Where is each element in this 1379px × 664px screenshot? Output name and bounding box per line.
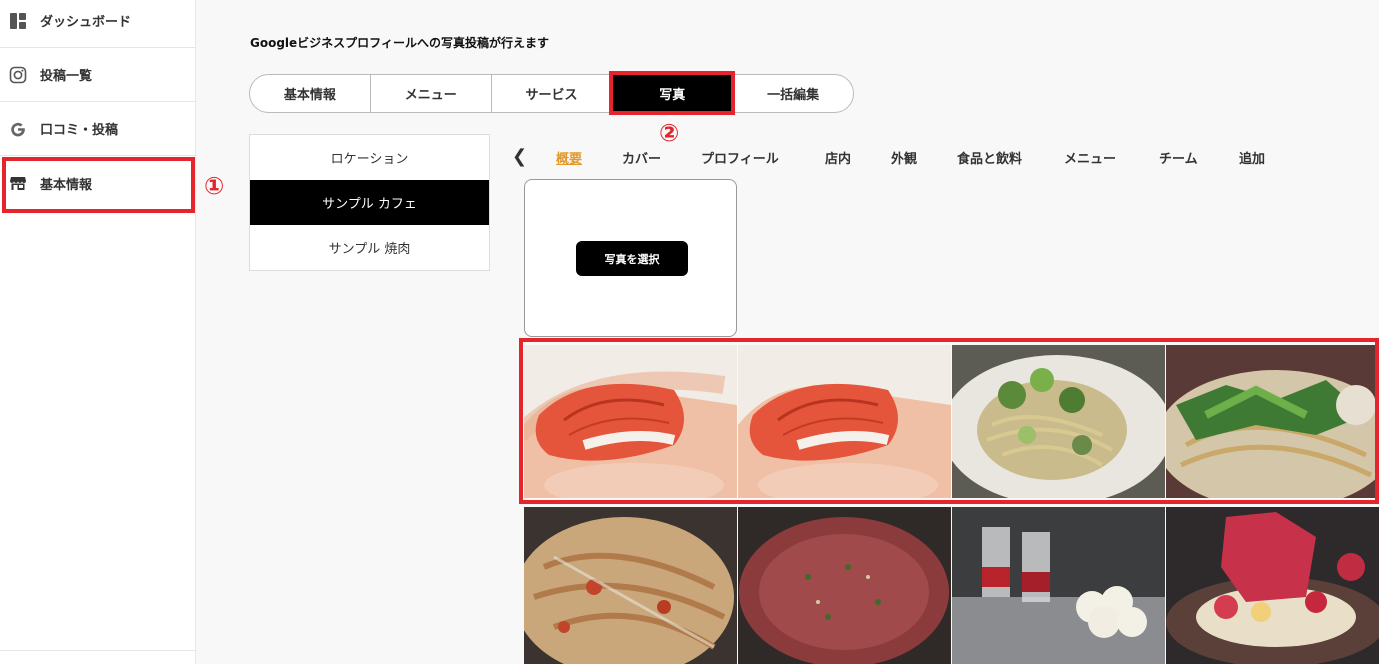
category-add[interactable]: 追加 <box>1239 148 1265 167</box>
photo-thumbnail-beef[interactable] <box>738 507 951 664</box>
annotation-number-one: ① <box>204 172 225 200</box>
page-title: Googleビジネスプロフィールへの写真投稿が行えます <box>250 36 549 50</box>
chevron-left-icon[interactable]: ❮ <box>512 146 527 167</box>
sidebar-item-reviews[interactable]: 口コミ・投稿 <box>0 102 196 156</box>
annotation-number-two: ② <box>659 119 680 147</box>
tab-photo[interactable]: 写真 <box>612 75 734 112</box>
sidebar-item-basic-info[interactable]: 基本情報 <box>0 156 196 210</box>
photo-thumbnail-pasta-1[interactable] <box>952 345 1165 498</box>
photo-thumbnail-sushi-1[interactable] <box>524 345 737 498</box>
location-list: ロケーション サンプル カフェ サンプル 焼肉 <box>249 134 490 271</box>
photo-thumbnail-strawberry-dessert[interactable] <box>1166 507 1379 664</box>
category-food-drink[interactable]: 食品と飲料 <box>957 148 1022 167</box>
instagram-icon <box>8 65 28 85</box>
sidebar-item-dashboard[interactable]: ダッシュボード <box>0 0 196 48</box>
photo-thumbnail-sushi-2[interactable] <box>738 345 951 498</box>
photo-thumbnail-dessert-glasses[interactable] <box>952 507 1165 664</box>
sidebar-item-label: 基本情報 <box>40 177 93 193</box>
dashboard-icon <box>8 11 28 31</box>
category-exterior[interactable]: 外観 <box>891 148 917 167</box>
section-tabs: 基本情報 メニュー サービス 写真 一括編集 <box>249 74 854 113</box>
category-profile[interactable]: プロフィール <box>701 148 779 167</box>
location-item-yakiniku[interactable]: サンプル 焼肉 <box>250 225 489 270</box>
sidebar: ダッシュボード 投稿一覧 口コミ・投稿 基本情報 <box>0 0 196 664</box>
sidebar-item-posts[interactable]: 投稿一覧 <box>0 48 196 102</box>
category-overview[interactable]: 概要 <box>556 148 582 167</box>
location-item-cafe[interactable]: サンプル カフェ <box>250 180 489 225</box>
photo-thumbnail-pasta-3[interactable] <box>524 507 737 664</box>
tab-service[interactable]: サービス <box>492 75 613 112</box>
tab-menu[interactable]: メニュー <box>371 75 492 112</box>
photo-thumbnail-pasta-2[interactable] <box>1166 345 1379 498</box>
sidebar-item-label: 投稿一覧 <box>40 69 93 84</box>
category-team[interactable]: チーム <box>1159 148 1198 167</box>
category-menu[interactable]: メニュー <box>1064 148 1116 167</box>
store-icon <box>8 173 28 193</box>
tab-bulk-edit[interactable]: 一括編集 <box>733 75 853 112</box>
sidebar-item-label: 口コミ・投稿 <box>40 123 119 138</box>
category-interior[interactable]: 店内 <box>825 148 851 167</box>
category-cover[interactable]: カバー <box>622 148 661 167</box>
select-photo-button[interactable]: 写真を選択 <box>576 241 688 276</box>
location-header: ロケーション <box>330 152 409 167</box>
sidebar-divider <box>0 650 196 651</box>
sidebar-item-label: ダッシュボード <box>40 15 132 30</box>
tab-basic-info[interactable]: 基本情報 <box>250 75 371 112</box>
google-icon <box>8 119 28 139</box>
photo-upload-box: 写真を選択 <box>524 179 737 337</box>
